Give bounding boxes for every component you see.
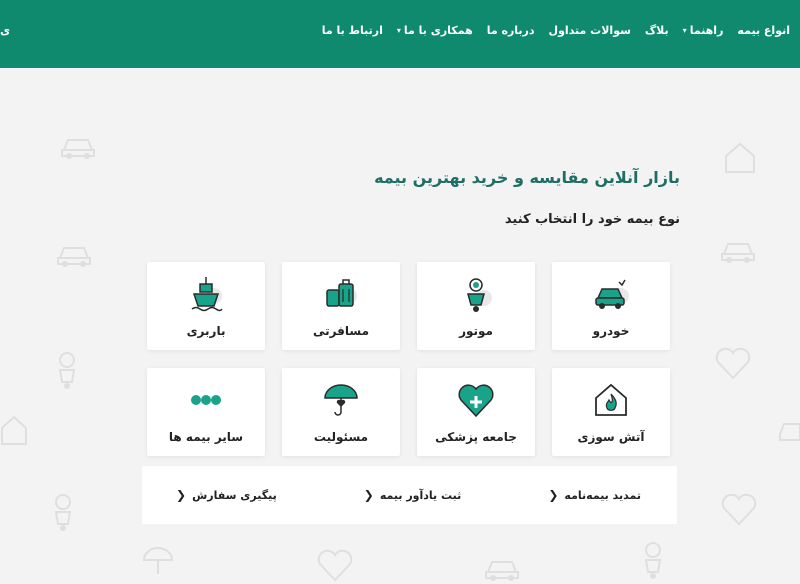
background-house-icon [1,415,27,445]
nav-item-contact[interactable]: ارتباط با ما [322,24,383,37]
background-motorcycle-icon [58,352,76,389]
main-menu: انواع بیمه راهنما ▾ بلاگ سوالات متداول در… [322,24,790,37]
background-house-icon [725,142,755,173]
insurance-card-liability[interactable]: مسئولیت [282,368,400,456]
background-heart-icon [317,549,353,582]
background-heart-icon [715,347,751,380]
insurance-card-travel[interactable]: مسافرتی [282,262,400,350]
nav-item-guide[interactable]: راهنما ▾ [683,24,724,37]
link-track-order[interactable]: پیگیری سفارش ❮ [176,488,277,502]
umbrella-heart-icon [324,384,358,416]
insurance-card-cargo[interactable]: باربری [147,262,265,350]
background-motorcycle-icon [644,542,662,579]
background-car-icon [779,423,800,441]
page-subtitle: نوع بیمه خود را انتخاب کنید [504,212,680,227]
background-umbrella-icon [142,547,174,574]
fire-house-icon [595,383,627,416]
background-car-icon [57,247,91,267]
ship-icon [191,277,223,312]
nav-item-insurance-types[interactable]: انواع بیمه [737,24,790,37]
card-label: خودرو [592,324,630,338]
link-insurance-reminder[interactable]: ثبت یادآور بیمه ❮ [364,488,462,502]
link-renew-policy[interactable]: تمدید بیمه‌نامه ❮ [548,488,641,502]
more-dots-icon [191,395,221,405]
chevron-down-icon: ▾ [682,26,687,35]
medical-heart-icon [458,384,494,418]
background-car-icon [485,561,519,581]
card-label: موتور [459,324,493,338]
insurance-card-other[interactable]: سایر بیمه ها [147,368,265,456]
background-car-icon [721,243,755,263]
chevron-left-icon: ❮ [176,488,187,502]
car-icon [595,279,629,309]
top-navbar: ی انواع بیمه راهنما ▾ بلاگ سوالات متداول … [0,0,800,68]
page-title: بازار آنلاین مقایسه و خرید بهترین بیمه [374,168,680,187]
card-label: باربری [186,324,226,338]
cut-off-logo-text: ی [0,24,11,37]
chevron-down-icon: ▾ [396,26,401,35]
card-label: سایر بیمه ها [168,430,244,444]
nav-item-about[interactable]: درباره ما [487,24,535,37]
background-car-icon [61,139,95,159]
card-label: مسئولیت [313,430,369,444]
card-label: مسافرتی [312,324,370,338]
insurance-card-fire[interactable]: آتش سوزی [552,368,670,456]
nav-item-faq[interactable]: سوالات متداول [549,24,631,37]
insurance-card-medical[interactable]: جامعه پزشکی [417,368,535,456]
chevron-left-icon: ❮ [363,488,374,502]
background-motorcycle-icon [54,494,72,531]
chevron-left-icon: ❮ [548,488,559,502]
luggage-icon [326,279,357,307]
card-label: جامعه پزشکی [435,430,517,444]
card-label: آتش سوزی [577,430,645,444]
nav-item-cooperation[interactable]: همکاری با ما ▾ [397,24,473,37]
motorcycle-icon [467,278,492,312]
quick-links-bar: تمدید بیمه‌نامه ❮ ثبت یادآور بیمه ❮ پیگی… [142,466,677,524]
nav-item-blog[interactable]: بلاگ [645,24,669,37]
background-heart-icon [721,493,757,526]
insurance-card-car[interactable]: خودرو [552,262,670,350]
insurance-card-motorcycle[interactable]: موتور [417,262,535,350]
